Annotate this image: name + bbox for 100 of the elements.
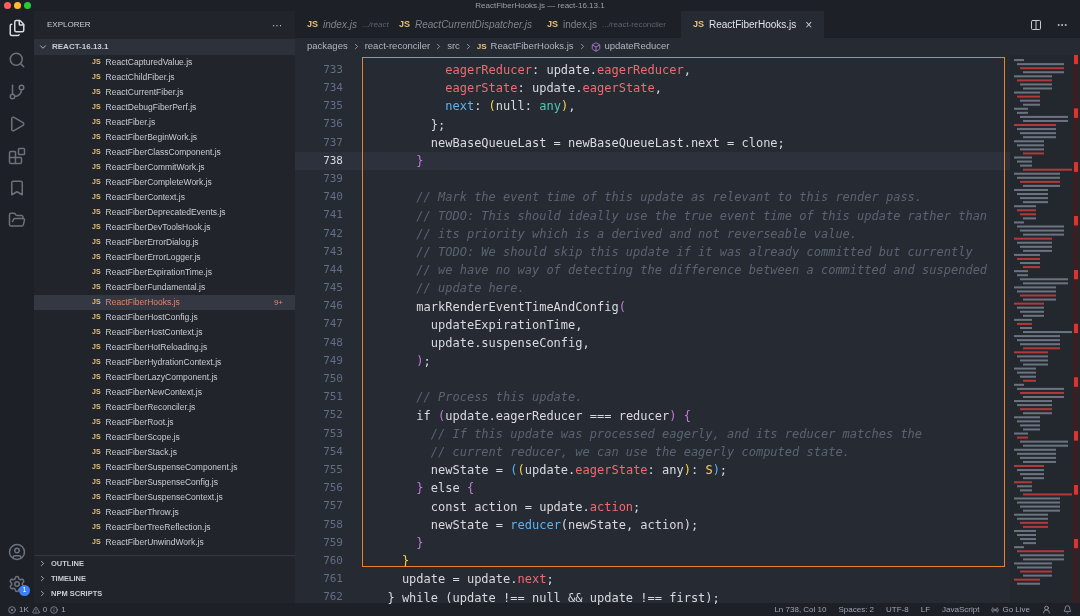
file-name[interactable]: ReactCapturedValue.js: [105, 56, 283, 69]
file-name[interactable]: ReactFiberCompleteWork.js: [105, 176, 283, 189]
info-icon: [50, 605, 59, 614]
code-line: updateExpirationTime,: [429, 316, 583, 334]
code-line: // update here.: [415, 280, 525, 298]
sidebar-title: EXPLORER: [47, 19, 91, 31]
code-line: eagerReducer: update.eagerReducer,: [444, 62, 691, 80]
chevron-icon: [38, 42, 48, 52]
code-line: // Process this update.: [415, 389, 583, 407]
line-number: 759: [322, 534, 343, 551]
editor-tab[interactable]: JS ReactFiberHooks.js ×: [681, 11, 825, 38]
file-name[interactable]: ReactFiberErrorDialog.js: [105, 236, 283, 249]
run-icon[interactable]: [8, 115, 26, 133]
status-item[interactable]: UTF-8: [886, 603, 909, 616]
folder-icon[interactable]: [8, 211, 26, 229]
file-name[interactable]: ReactFiberSuspenseContext.js: [105, 491, 283, 504]
breadcrumb[interactable]: packages: [307, 39, 348, 54]
file-name[interactable]: ReactFiberStack.js: [105, 446, 283, 459]
more-button[interactable]: ···: [272, 17, 282, 33]
breadcrumb[interactable]: ReactFiberHooks.js: [490, 39, 574, 54]
minimize-window-button[interactable]: [14, 2, 21, 9]
settings-icon[interactable]: [8, 575, 26, 593]
bookmark-icon[interactable]: [8, 179, 26, 197]
info-count[interactable]: 1: [61, 603, 66, 616]
file-name[interactable]: ReactFiberReconciler.js: [105, 401, 283, 414]
editor-tab[interactable]: JS index.js .../react: [295, 11, 387, 38]
line-number: 753: [322, 425, 343, 442]
line-number: 737: [322, 134, 343, 151]
file-name[interactable]: ReactFiberDeprecatedEvents.js: [105, 206, 283, 219]
file-name[interactable]: ReactFiber.js: [105, 116, 283, 129]
file-name[interactable]: ReactFiberExpirationTime.js: [105, 266, 283, 279]
js-file-icon: JS: [476, 40, 487, 53]
code-line: // Mark the event time of this update as relevant to this render pass.: [415, 189, 923, 207]
extensions-icon[interactable]: [8, 147, 26, 165]
file-name[interactable]: ReactFiberBeginWork.js: [105, 131, 283, 144]
status-item[interactable]: Ln 738, Col 10: [774, 603, 827, 616]
warning-count[interactable]: 0: [42, 603, 48, 616]
search-icon[interactable]: [8, 51, 26, 69]
file-name[interactable]: ReactFiberLazyComponent.js: [105, 371, 283, 384]
file-name[interactable]: ReactFiberFundamental.js: [105, 281, 283, 294]
person-icon[interactable]: [1042, 605, 1051, 614]
files-icon[interactable]: [8, 19, 26, 37]
line-number: 745: [322, 280, 343, 297]
code-line: } while (update !== null && update !== first);: [386, 589, 720, 607]
maximize-window-button[interactable]: [24, 2, 31, 9]
code-line: // current reducer, we can use the eagerly computed state.: [429, 444, 850, 462]
line-number: 747: [322, 316, 343, 333]
file-name[interactable]: ReactFiberTreeReflection.js: [105, 521, 283, 534]
file-name[interactable]: ReactFiberClassComponent.js: [105, 146, 283, 159]
line-number: 733: [322, 61, 343, 78]
file-name[interactable]: ReactFiberHotReloading.js: [105, 341, 283, 354]
editor-tab[interactable]: JS index.js .../react-reconciler: [535, 11, 681, 38]
line-number: 751: [322, 389, 343, 406]
file-name[interactable]: ReactFiberUnwindWork.js: [105, 536, 283, 549]
breadcrumb[interactable]: updateReducer: [604, 39, 670, 54]
close-window-button[interactable]: [4, 2, 11, 9]
file-name[interactable]: ReactFiberHooks.js: [105, 296, 269, 309]
line-number: 761: [322, 571, 343, 588]
file-name[interactable]: ReactFiberScope.js: [105, 431, 283, 444]
status-item[interactable]: Spaces: 2: [838, 603, 875, 616]
code-line: };: [429, 116, 446, 134]
line-number: 734: [322, 80, 343, 97]
file-name[interactable]: ReactFiberRoot.js: [105, 416, 283, 429]
branch-icon[interactable]: [8, 83, 26, 101]
split-editor-icon[interactable]: [1030, 18, 1042, 31]
breadcrumb[interactable]: react-reconciler: [364, 39, 431, 54]
file-name[interactable]: ReactFiberThrow.js: [105, 506, 283, 519]
file-name[interactable]: ReactFiberNewContext.js: [105, 386, 283, 399]
go-live-button[interactable]: Go Live: [1002, 603, 1030, 616]
breadcrumb[interactable]: src: [447, 39, 460, 54]
window-title: ReactFiberHooks.js — react-16.13.1: [475, 1, 605, 10]
line-number: 752: [322, 407, 343, 424]
file-name[interactable]: ReactFiberErrorLogger.js: [105, 251, 283, 264]
file-name[interactable]: ReactFiberContext.js: [105, 191, 283, 204]
file-name[interactable]: ReactFiberHostConfig.js: [105, 311, 283, 324]
file-name[interactable]: ReactChildFiber.js: [105, 71, 283, 84]
status-item[interactable]: JavaScript: [942, 603, 980, 616]
problem-count: 9+: [273, 296, 283, 309]
code-line: // If this update was processed eagerly, and its reducer matches the: [429, 425, 923, 443]
file-name[interactable]: ReactDebugFiberPerf.js: [105, 101, 283, 114]
line-number: 755: [322, 461, 343, 478]
file-name[interactable]: ReactFiberHostContext.js: [105, 326, 283, 339]
code-line: // TODO: We should skip this update if it was already committed but currently: [415, 243, 973, 261]
account-icon[interactable]: [8, 543, 26, 561]
error-count[interactable]: 1K: [19, 603, 29, 616]
cube-icon: [590, 41, 601, 52]
js-file-icon: JS: [547, 17, 558, 32]
file-name[interactable]: ReactCurrentFiber.js: [105, 86, 283, 99]
file-name[interactable]: ReactFiberDevToolsHook.js: [105, 221, 283, 234]
notifications-icon[interactable]: [1063, 605, 1072, 614]
code-line: next: (null: any),: [444, 98, 576, 116]
file-name[interactable]: ReactFiberHydrationContext.js: [105, 356, 283, 369]
error-icon: [8, 605, 16, 614]
file-name[interactable]: ReactFiberSuspenseConfig.js: [105, 476, 283, 489]
code-line: // its priority which is a derived and not reverseable value.: [415, 225, 858, 243]
folder-header[interactable]: REACT-16.13.1: [34, 39, 295, 55]
code-line: if (update.eagerReducer === reducer) {: [415, 407, 691, 425]
status-item[interactable]: LF: [920, 603, 931, 616]
file-name[interactable]: ReactFiberCommitWork.js: [105, 161, 283, 174]
file-name[interactable]: ReactFiberSuspenseComponent.js: [105, 461, 283, 474]
